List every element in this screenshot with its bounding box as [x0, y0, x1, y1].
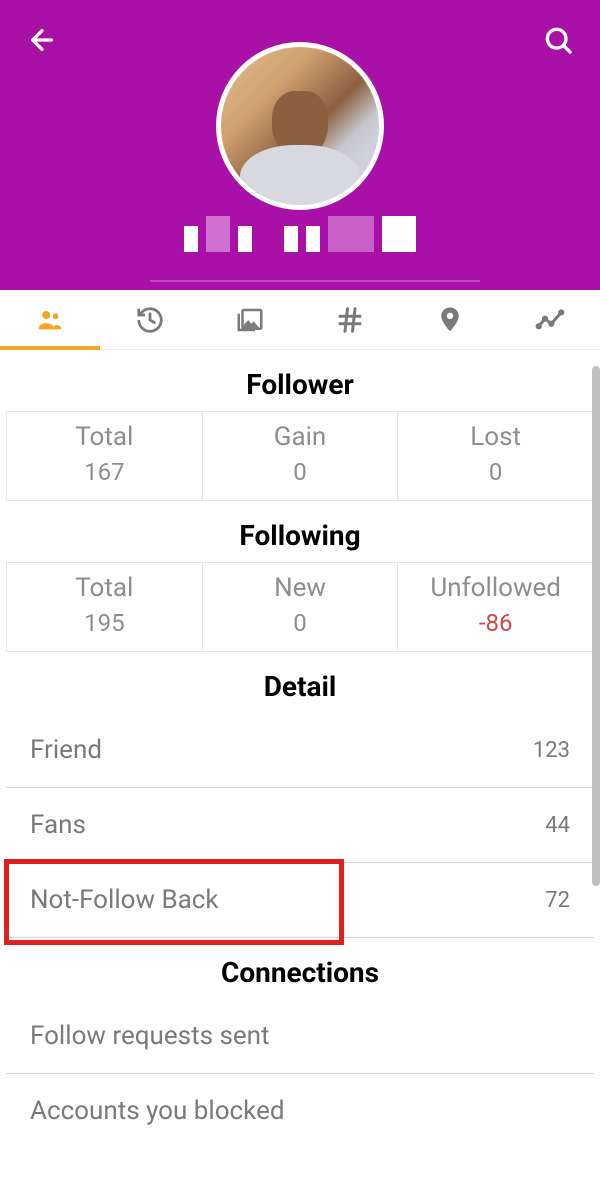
header-underline — [150, 280, 480, 282]
tab-activity[interactable] — [500, 290, 600, 349]
stat-label: Total — [7, 422, 202, 452]
detail-value: 123 — [533, 738, 570, 763]
stat-value: 195 — [7, 609, 202, 637]
stat-value: 0 — [203, 609, 398, 637]
section-title-following: Following — [0, 501, 600, 562]
connections-blocked[interactable]: Accounts you blocked — [6, 1074, 594, 1148]
tab-location[interactable] — [400, 290, 500, 349]
stat-value: 167 — [7, 458, 202, 486]
following-unfollowed[interactable]: Unfollowed -86 — [398, 563, 593, 651]
detail-label: Fans — [30, 810, 86, 840]
detail-friend[interactable]: Friend 123 — [6, 713, 594, 788]
tab-history[interactable] — [100, 290, 200, 349]
stat-value: -86 — [398, 609, 593, 637]
detail-fans[interactable]: Fans 44 — [6, 788, 594, 863]
stat-value: 0 — [203, 458, 398, 486]
follower-stats: Total 167 Gain 0 Lost 0 — [6, 411, 594, 501]
profile-header — [0, 0, 600, 290]
username-obscured — [184, 216, 416, 252]
back-icon[interactable] — [26, 24, 58, 60]
tab-hashtag[interactable] — [300, 290, 400, 349]
scrollbar[interactable] — [592, 366, 600, 886]
detail-label: Friend — [30, 735, 102, 765]
stat-value: 0 — [398, 458, 593, 486]
following-total[interactable]: Total 195 — [7, 563, 203, 651]
follower-total[interactable]: Total 167 — [7, 412, 203, 500]
section-title-connections: Connections — [0, 938, 600, 999]
following-new[interactable]: New 0 — [203, 563, 399, 651]
follower-gain[interactable]: Gain 0 — [203, 412, 399, 500]
stat-label: Lost — [398, 422, 593, 452]
search-icon[interactable] — [542, 24, 574, 60]
detail-label: Not-Follow Back — [30, 885, 219, 915]
tab-people[interactable] — [0, 290, 100, 349]
stat-label: Gain — [203, 422, 398, 452]
detail-value: 44 — [545, 813, 570, 838]
connections-follow-requests[interactable]: Follow requests sent — [6, 999, 594, 1074]
section-title-follower: Follower — [0, 350, 600, 411]
detail-not-follow-back[interactable]: Not-Follow Back 72 — [6, 863, 594, 938]
avatar[interactable] — [216, 42, 384, 210]
stat-label: Total — [7, 573, 202, 603]
detail-label: Accounts you blocked — [30, 1096, 285, 1126]
section-title-detail: Detail — [0, 652, 600, 713]
tab-bar — [0, 290, 600, 350]
tab-media[interactable] — [200, 290, 300, 349]
detail-label: Follow requests sent — [30, 1021, 270, 1051]
stat-label: Unfollowed — [398, 573, 593, 603]
follower-lost[interactable]: Lost 0 — [398, 412, 593, 500]
following-stats: Total 195 New 0 Unfollowed -86 — [6, 562, 594, 652]
detail-value: 72 — [545, 888, 570, 913]
stat-label: New — [203, 573, 398, 603]
